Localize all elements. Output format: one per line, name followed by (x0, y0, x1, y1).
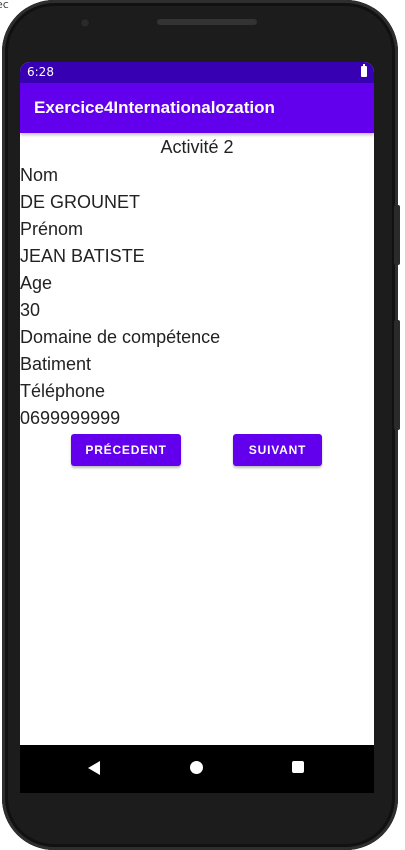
next-button[interactable]: SUIVANT (233, 434, 322, 466)
home-icon[interactable] (190, 761, 203, 774)
volume-button[interactable] (394, 320, 400, 430)
label-nom: Nom (20, 165, 59, 185)
app-title: Exercice4Internationalozation (34, 98, 275, 117)
previous-button[interactable]: PRÉCEDENT (71, 434, 181, 466)
device-screen: 6:28 Exercice4Internationalozation Activ… (20, 62, 374, 745)
app-bar: Exercice4Internationalozation (20, 83, 374, 133)
power-button[interactable] (394, 205, 400, 265)
back-icon[interactable] (88, 761, 100, 775)
status-time: 6:28 (27, 65, 54, 79)
earpiece-speaker (157, 19, 257, 25)
value-age: 30 (20, 300, 41, 320)
recents-icon[interactable] (292, 761, 304, 773)
value-telephone: 0699999999 (20, 408, 121, 428)
value-domaine: Batiment (20, 354, 92, 374)
background-text: ec (0, 0, 9, 11)
label-prenom: Prénom (20, 219, 84, 239)
label-telephone: Téléphone (20, 381, 106, 401)
navigation-bar (20, 745, 374, 793)
front-camera (80, 18, 90, 28)
value-nom: DE GROUNET (20, 192, 141, 212)
value-prenom: JEAN BATISTE (20, 246, 145, 266)
battery-icon (361, 64, 367, 77)
activity-title: Activité 2 (160, 137, 234, 157)
status-bar: 6:28 (20, 62, 374, 83)
label-age: Age (20, 273, 53, 293)
label-domaine: Domaine de compétence (20, 327, 221, 347)
